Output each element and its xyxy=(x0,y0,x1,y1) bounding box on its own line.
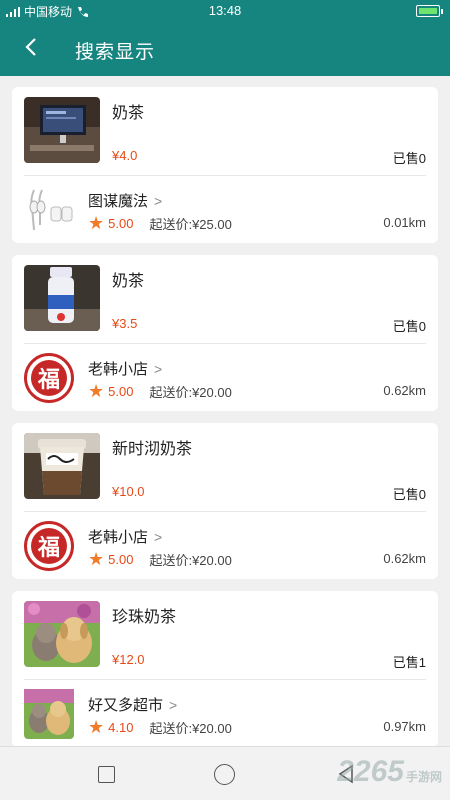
product-image xyxy=(24,601,100,667)
watermark-site: 手游网 xyxy=(405,770,442,784)
shop-name-text: 老韩小店 xyxy=(88,529,149,546)
shop-rating: ★ 5.00 起送价:¥20.00 xyxy=(88,549,232,570)
product-name: 新时沏奶茶 xyxy=(112,441,193,458)
back-button[interactable] xyxy=(24,36,38,63)
rating-value: 4.10 xyxy=(108,720,134,735)
product-price: ¥4.0 xyxy=(112,148,138,163)
shop-name-text: 图谋魔法 xyxy=(88,193,149,210)
product-price: ¥12.0 xyxy=(112,652,145,667)
shop-name: 好又多超市 > xyxy=(88,694,177,715)
min-order-fee: 起送价:¥20.00 xyxy=(149,385,232,400)
shop-logo: 福 xyxy=(24,353,74,403)
shop-row[interactable]: 福 老韩小店 > ★ 5.00 起送价:¥20.00 0.62km xyxy=(12,512,438,579)
chevron-right-icon: > xyxy=(154,528,163,545)
min-order-fee: 起送价:¥25.00 xyxy=(149,217,232,232)
fu-seal-icon: 福 xyxy=(31,360,67,396)
chevron-left-icon xyxy=(25,38,36,56)
distance: 0.97km xyxy=(383,719,426,734)
shop-name: 老韩小店 > xyxy=(88,358,162,379)
product-row[interactable]: 奶茶 ¥3.5 已售0 xyxy=(12,255,438,343)
result-card: 奶茶 ¥3.5 已售0 福 老韩小店 > ★ 5.00 起送价:¥20.00 0… xyxy=(12,255,438,411)
status-time: 13:48 xyxy=(208,3,242,18)
shop-logo xyxy=(24,185,74,235)
shop-rating: ★ 5.00 起送价:¥20.00 xyxy=(88,381,232,402)
distance: 0.62km xyxy=(383,551,426,566)
star-icon: ★ xyxy=(88,381,105,401)
app-bar: 搜索显示 xyxy=(0,22,450,76)
chevron-right-icon: > xyxy=(169,696,178,713)
sold-count: 已售0 xyxy=(392,319,426,334)
recent-apps-button[interactable] xyxy=(98,766,115,783)
min-order-fee: 起送价:¥20.00 xyxy=(149,553,232,568)
product-name: 奶茶 xyxy=(112,273,145,290)
shop-name: 图谋魔法 > xyxy=(88,190,162,211)
rating-value: 5.00 xyxy=(108,384,134,399)
fu-seal-icon: 福 xyxy=(31,528,67,564)
product-name: 奶茶 xyxy=(112,105,145,122)
product-name: 珍珠奶茶 xyxy=(112,609,177,626)
result-card: 新时沏奶茶 ¥10.0 已售0 福 老韩小店 > ★ 5.00 起送价:¥20.… xyxy=(12,423,438,579)
product-row[interactable]: 新时沏奶茶 ¥10.0 已售0 xyxy=(12,423,438,511)
distance: 0.01km xyxy=(383,215,426,230)
product-row[interactable]: 奶茶 ¥4.0 已售0 xyxy=(12,87,438,175)
chevron-right-icon: > xyxy=(154,192,163,209)
shop-name: 老韩小店 > xyxy=(88,526,162,547)
shop-logo xyxy=(24,689,74,739)
sold-count: 已售0 xyxy=(392,151,426,166)
results-list[interactable]: 奶茶 ¥4.0 已售0 图谋魔法 > ★ 5.00 起送价:¥25.00 0.0… xyxy=(0,76,450,746)
result-card: 奶茶 ¥4.0 已售0 图谋魔法 > ★ 5.00 起送价:¥25.00 0.0… xyxy=(12,87,438,243)
page-title: 搜索显示 xyxy=(75,42,156,63)
system-nav-bar: 2265 手游网 xyxy=(0,746,450,800)
result-card: 珍珠奶茶 ¥12.0 已售1 好又多超市 > ★ 4.10 起送价:¥20.00… xyxy=(12,591,438,746)
distance: 0.62km xyxy=(383,383,426,398)
product-price: ¥10.0 xyxy=(112,484,145,499)
product-row[interactable]: 珍珠奶茶 ¥12.0 已售1 xyxy=(12,591,438,679)
shop-row[interactable]: 好又多超市 > ★ 4.10 起送价:¥20.00 0.97km xyxy=(12,680,438,746)
star-icon: ★ xyxy=(88,717,105,737)
home-button[interactable] xyxy=(214,764,235,785)
status-bar: 中国移动 13:48 xyxy=(0,0,450,22)
shop-rating: ★ 5.00 起送价:¥25.00 xyxy=(88,213,232,234)
rating-value: 5.00 xyxy=(108,216,134,231)
star-icon: ★ xyxy=(88,213,105,233)
product-image xyxy=(24,265,100,331)
star-icon: ★ xyxy=(88,549,105,569)
product-image xyxy=(24,433,100,499)
min-order-fee: 起送价:¥20.00 xyxy=(149,721,232,736)
sold-count: 已售1 xyxy=(392,655,426,670)
watermark-logo: 2265 手游网 xyxy=(337,755,442,789)
shop-row[interactable]: 图谋魔法 > ★ 5.00 起送价:¥25.00 0.01km xyxy=(12,176,438,243)
chevron-right-icon: > xyxy=(154,360,163,377)
shop-name-text: 老韩小店 xyxy=(88,361,149,378)
sold-count: 已售0 xyxy=(392,487,426,502)
shop-rating: ★ 4.10 起送价:¥20.00 xyxy=(88,717,232,738)
rating-value: 5.00 xyxy=(108,552,134,567)
shop-row[interactable]: 福 老韩小店 > ★ 5.00 起送价:¥20.00 0.62km xyxy=(12,344,438,411)
watermark-number: 2265 xyxy=(337,755,404,788)
shop-logo: 福 xyxy=(24,521,74,571)
battery-icon xyxy=(416,5,443,17)
shop-name-text: 好又多超市 xyxy=(88,697,164,714)
product-image xyxy=(24,97,100,163)
product-price: ¥3.5 xyxy=(112,316,138,331)
